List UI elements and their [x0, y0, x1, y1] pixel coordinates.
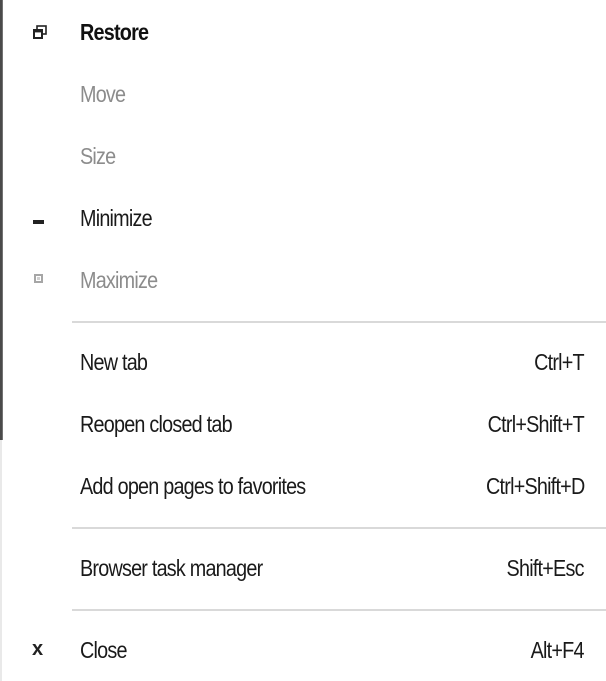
menu-item-shortcut: Ctrl+T — [534, 348, 585, 375]
menu-item-move: Move — [14, 63, 606, 125]
menu-item-label: Reopen closed tab — [80, 410, 233, 437]
menu-item-shortcut: Ctrl+Shift+D — [485, 472, 585, 499]
menu-item-size: Size — [14, 125, 606, 187]
menu-separator — [72, 527, 606, 529]
window-edge-lower — [0, 440, 2, 681]
menu-item-add-open-pages-to-favorites[interactable]: Add open pages to favorites Ctrl+Shift+D — [14, 455, 606, 517]
window-system-menu: Restore Move Size Minimize Maximize New … — [14, 0, 606, 681]
menu-item-task-manager-icon-cell — [14, 537, 80, 599]
restore-icon — [33, 25, 47, 39]
menu-separator — [72, 321, 606, 323]
window-edge — [0, 0, 3, 440]
menu-item-close[interactable]: x Close Alt+F4 — [14, 619, 606, 681]
menu-item-label: Size — [80, 142, 116, 169]
menu-item-minimize[interactable]: Minimize — [14, 187, 606, 249]
menu-item-close-icon-cell: x — [14, 619, 80, 681]
menu-item-label: Maximize — [80, 266, 158, 293]
menu-item-size-icon-cell — [14, 125, 80, 187]
menu-item-shortcut: Shift+Esc — [506, 554, 585, 581]
menu-item-label: Close — [80, 636, 127, 663]
maximize-icon — [34, 274, 43, 283]
menu-item-label: Restore — [80, 18, 149, 45]
menu-item-maximize-icon-cell — [14, 249, 80, 311]
menu-item-new-tab-icon-cell — [14, 331, 80, 393]
menu-item-new-tab[interactable]: New tab Ctrl+T — [14, 331, 606, 393]
close-icon: x — [32, 638, 44, 660]
menu-item-favorites-icon-cell — [14, 455, 80, 517]
menu-item-move-icon-cell — [14, 63, 80, 125]
menu-item-browser-task-manager[interactable]: Browser task manager Shift+Esc — [14, 537, 606, 599]
menu-item-label: Browser task manager — [80, 554, 263, 581]
minimize-icon — [33, 220, 44, 224]
menu-separator — [72, 609, 606, 611]
menu-item-restore-icon-cell — [14, 1, 80, 63]
menu-item-restore[interactable]: Restore — [14, 1, 606, 63]
menu-item-label: Move — [80, 80, 126, 107]
menu-item-minimize-icon-cell — [14, 187, 80, 249]
menu-item-label: Add open pages to favorites — [80, 472, 306, 499]
menu-item-label: New tab — [80, 348, 148, 375]
menu-item-shortcut: Ctrl+Shift+T — [487, 410, 585, 437]
menu-item-label: Minimize — [80, 204, 153, 231]
menu-item-reopen-icon-cell — [14, 393, 80, 455]
menu-item-shortcut: Alt+F4 — [530, 636, 585, 663]
menu-item-maximize: Maximize — [14, 249, 606, 311]
menu-item-reopen-closed-tab[interactable]: Reopen closed tab Ctrl+Shift+T — [14, 393, 606, 455]
